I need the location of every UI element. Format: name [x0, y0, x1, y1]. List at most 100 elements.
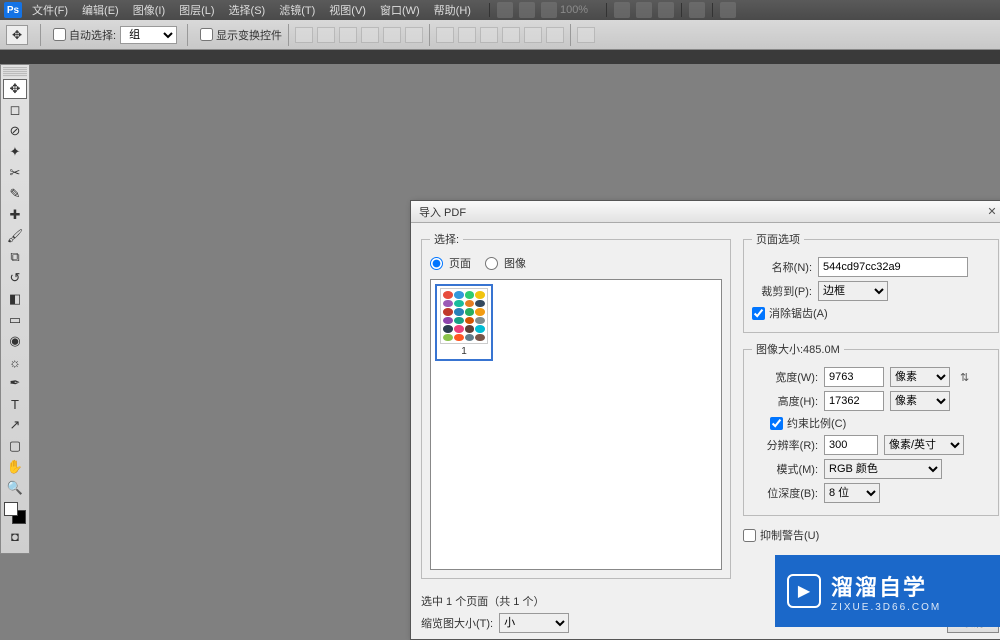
lasso-tool[interactable]: ⊘: [3, 121, 27, 141]
align-vcenter-icon[interactable]: [317, 27, 335, 43]
options-bar: ✥ 自动选择: 组 显示变换控件: [0, 20, 1000, 50]
hand-tool[interactable]: ✋: [3, 457, 27, 477]
path-tool[interactable]: ↗: [3, 415, 27, 435]
align-hcenter-icon[interactable]: [383, 27, 401, 43]
antialias-checkbox[interactable]: [752, 307, 765, 320]
selection-info: 选中 1 个页面（共 1 个）: [421, 593, 731, 609]
auto-select-dropdown[interactable]: 组: [120, 26, 177, 44]
distribute-right-icon[interactable]: [546, 27, 564, 43]
blur-tool[interactable]: ◉: [3, 331, 27, 351]
image-size-legend: 图像大小:485.0M: [752, 341, 844, 357]
auto-select-checkbox[interactable]: [53, 28, 66, 41]
zoom-level: 100%: [560, 4, 588, 16]
quick-mask-tool[interactable]: ◘: [3, 526, 27, 546]
depth-dropdown[interactable]: 8 位: [824, 483, 880, 503]
menu-filter[interactable]: 滤镜(T): [279, 2, 315, 18]
align-top-icon[interactable]: [295, 27, 313, 43]
heal-tool[interactable]: ✚: [3, 205, 27, 225]
marquee-tool[interactable]: ◻: [3, 100, 27, 120]
suppress-checkbox[interactable]: [743, 529, 756, 542]
close-icon[interactable]: ✕: [983, 205, 1000, 218]
watermark: ▶ 溜溜自学 ZIXUE.3D66.COM: [775, 555, 1000, 627]
align-bottom-icon[interactable]: [339, 27, 357, 43]
menu-layer[interactable]: 图层(L): [179, 2, 214, 18]
height-field[interactable]: [824, 391, 884, 411]
show-transform-checkbox[interactable]: [200, 28, 213, 41]
suppress-label: 抑制警告(U): [760, 527, 819, 543]
distribute-hcenter-icon[interactable]: [524, 27, 542, 43]
tool-panel: ✥ ◻ ⊘ ✦ ✂ ✎ ✚ 🖌 ⧉ ↺ ◧ ▭ ◉ ☼ ✒ T ↗ ▢ ✋ 🔍 …: [0, 64, 30, 554]
history-brush-tool[interactable]: ↺: [3, 268, 27, 288]
dodge-tool[interactable]: ☼: [3, 352, 27, 372]
zoom-tool[interactable]: 🔍: [3, 478, 27, 498]
name-field[interactable]: [818, 257, 968, 277]
eraser-tool[interactable]: ◧: [3, 289, 27, 309]
dialog-titlebar: 导入 PDF ✕: [411, 201, 1000, 223]
hand-icon[interactable]: [614, 2, 630, 18]
align-right-icon[interactable]: [405, 27, 423, 43]
radio-image[interactable]: [485, 257, 498, 270]
crop-tool[interactable]: ✂: [3, 163, 27, 183]
constrain-label: 约束比例(C): [787, 415, 846, 431]
shape-tool[interactable]: ▢: [3, 436, 27, 456]
width-label: 宽度(W):: [752, 369, 818, 385]
align-left-icon[interactable]: [361, 27, 379, 43]
rotate-view-icon[interactable]: [658, 2, 674, 18]
gradient-tool[interactable]: ▭: [3, 310, 27, 330]
screen-mode-icon[interactable]: [541, 2, 557, 18]
brush-tool[interactable]: 🖌: [3, 226, 27, 246]
launch-bridge-icon[interactable]: [497, 2, 513, 18]
radio-page-label: 页面: [449, 255, 471, 271]
width-unit-dropdown[interactable]: 像素: [890, 367, 950, 387]
color-swatches[interactable]: [4, 502, 26, 524]
stamp-tool[interactable]: ⧉: [3, 247, 27, 267]
app-logo: Ps: [4, 2, 22, 18]
crop-dropdown[interactable]: 边框: [818, 281, 888, 301]
menu-file[interactable]: 文件(F): [32, 2, 68, 18]
current-tool-icon[interactable]: ✥: [6, 25, 28, 45]
move-tool[interactable]: ✥: [3, 79, 27, 99]
menu-view[interactable]: 视图(V): [329, 2, 366, 18]
distribute-vcenter-icon[interactable]: [458, 27, 476, 43]
extras-icon[interactable]: [689, 2, 705, 18]
wand-tool[interactable]: ✦: [3, 142, 27, 162]
menu-help[interactable]: 帮助(H): [434, 2, 471, 18]
res-unit-dropdown[interactable]: 像素/英寸: [884, 435, 964, 455]
res-label: 分辨率(R):: [752, 437, 818, 453]
zoom-icon[interactable]: [636, 2, 652, 18]
constrain-checkbox[interactable]: [770, 417, 783, 430]
mode-label: 模式(M):: [752, 461, 818, 477]
thumbnail-image: [440, 288, 488, 344]
link-icon[interactable]: ⇅: [960, 371, 969, 384]
type-tool[interactable]: T: [3, 394, 27, 414]
pen-tool[interactable]: ✒: [3, 373, 27, 393]
thumbnail-area[interactable]: 1: [430, 279, 722, 570]
distribute-top-icon[interactable]: [436, 27, 454, 43]
menu-edit[interactable]: 编辑(E): [82, 2, 119, 18]
res-field[interactable]: [824, 435, 878, 455]
arrange-docs-icon[interactable]: [519, 2, 535, 18]
thumbnail-number: 1: [439, 346, 489, 357]
menu-select[interactable]: 选择(S): [229, 2, 266, 18]
image-size-group: 图像大小:485.0M 宽度(W): 像素 ⇅ 高度(H): 像素 约束比例(C…: [743, 341, 999, 516]
antialias-label: 消除锯齿(A): [769, 305, 828, 321]
auto-align-icon[interactable]: [577, 27, 595, 43]
radio-page[interactable]: [430, 257, 443, 270]
page-thumbnail[interactable]: 1: [435, 284, 493, 361]
eyedropper-tool[interactable]: ✎: [3, 184, 27, 204]
menubar: Ps 文件(F) 编辑(E) 图像(I) 图层(L) 选择(S) 滤镜(T) 视…: [0, 0, 1000, 20]
mode-dropdown[interactable]: RGB 颜色: [824, 459, 942, 479]
select-legend: 选择:: [430, 231, 463, 247]
panel-grip[interactable]: [3, 67, 27, 77]
height-unit-dropdown[interactable]: 像素: [890, 391, 950, 411]
menu-image[interactable]: 图像(I): [133, 2, 165, 18]
workspace-icon[interactable]: [720, 2, 736, 18]
show-transform-label: 显示变换控件: [216, 27, 282, 43]
menu-window[interactable]: 窗口(W): [380, 2, 420, 18]
watermark-title: 溜溜自学: [831, 570, 941, 602]
width-field[interactable]: [824, 367, 884, 387]
distribute-left-icon[interactable]: [502, 27, 520, 43]
distribute-bottom-icon[interactable]: [480, 27, 498, 43]
thumb-size-dropdown[interactable]: 小: [499, 613, 569, 633]
align-icons-group: [295, 27, 423, 43]
